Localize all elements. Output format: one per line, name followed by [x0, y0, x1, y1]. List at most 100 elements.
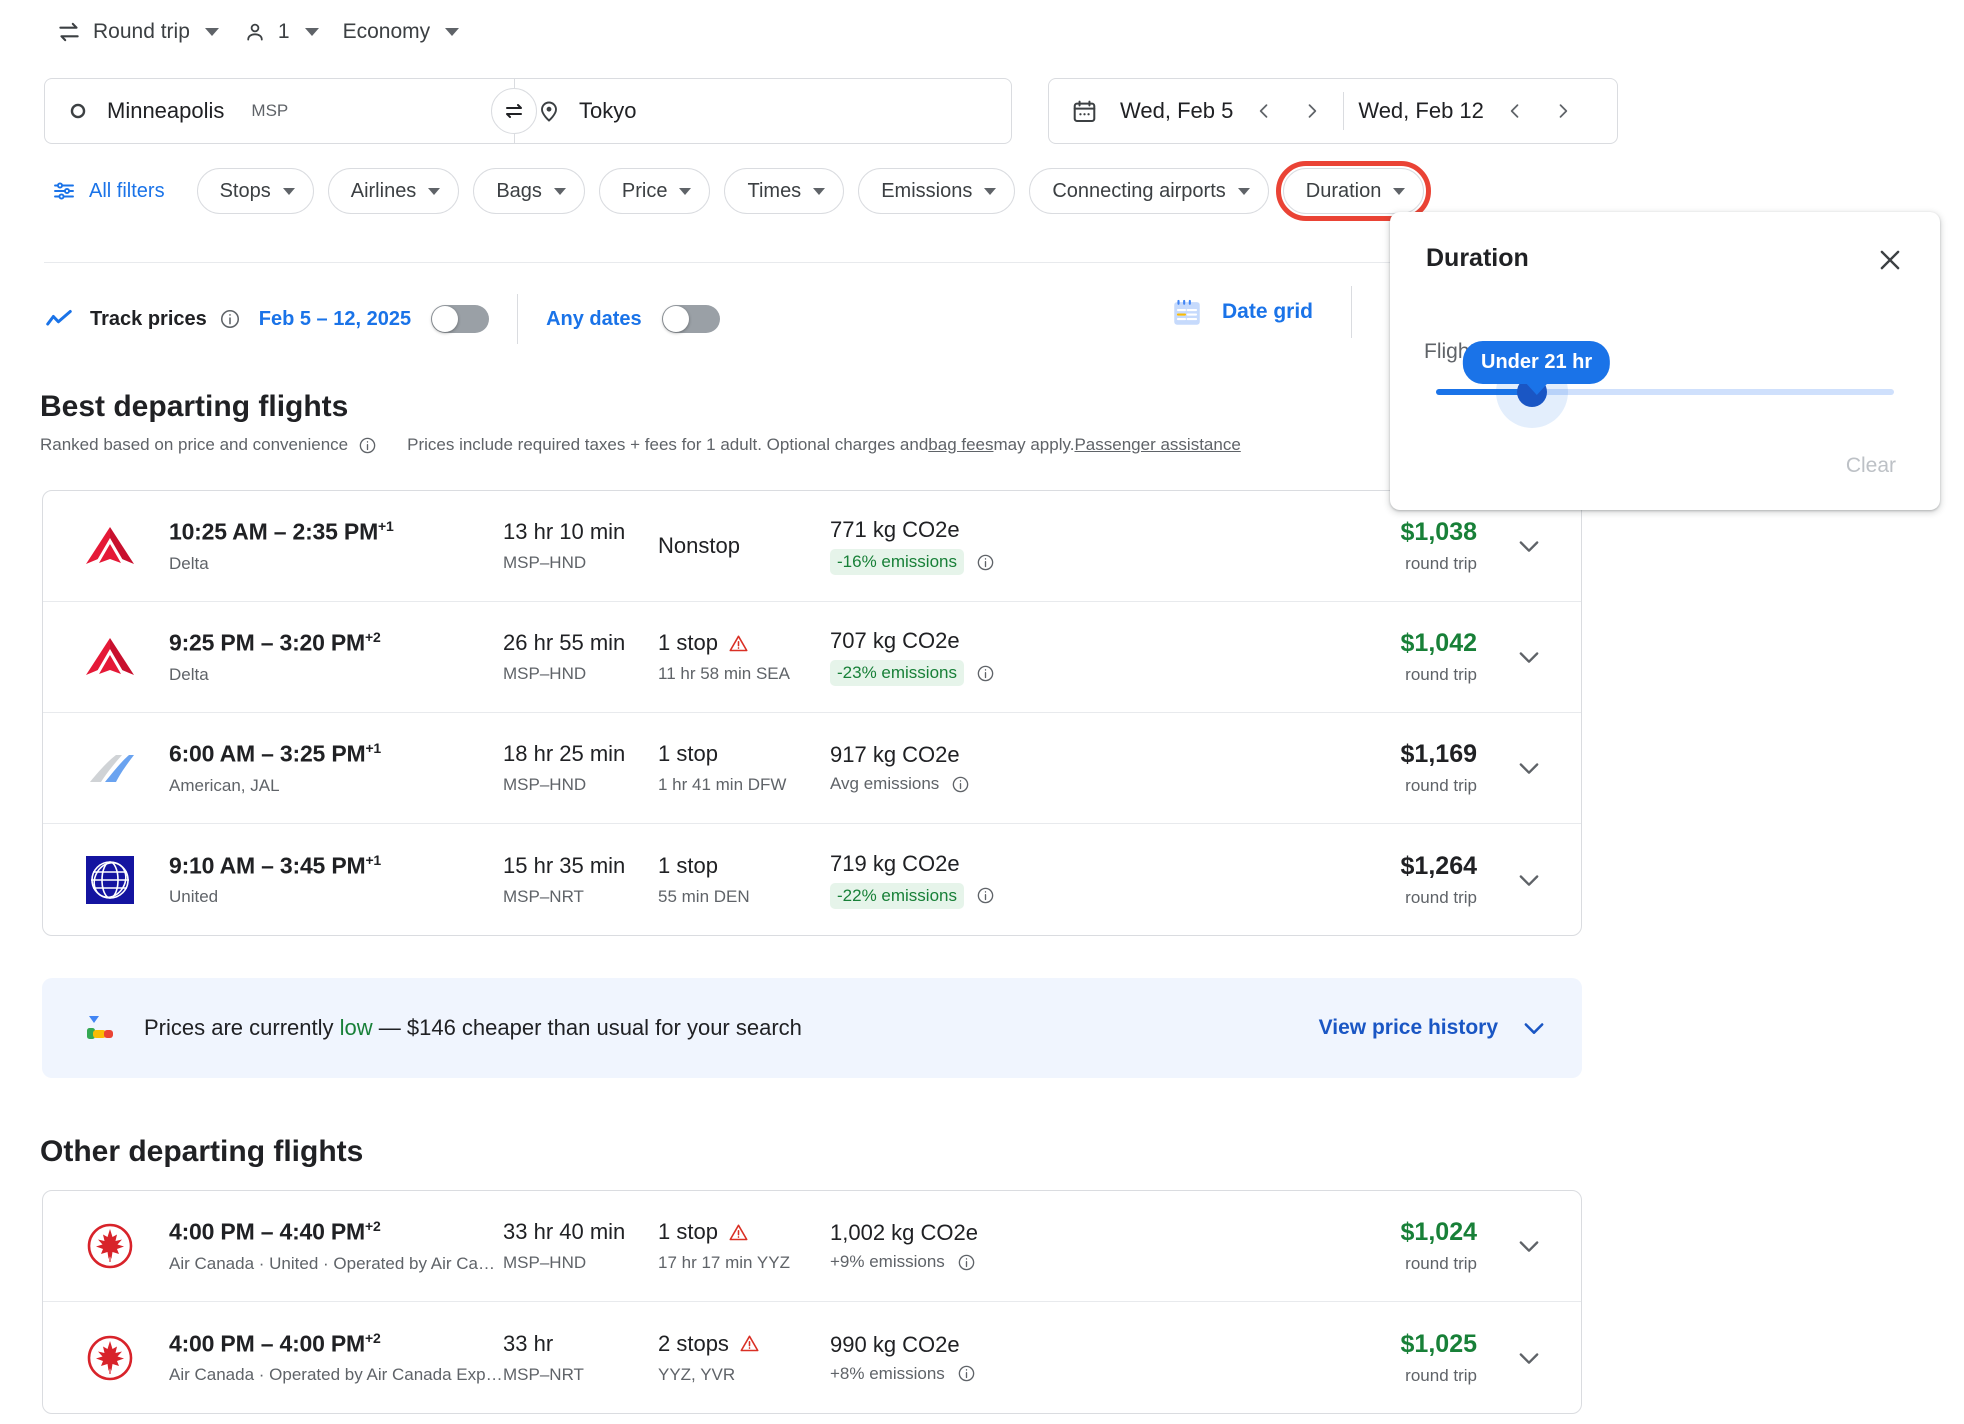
filter-chip-stops[interactable]: Stops	[197, 168, 314, 214]
filter-chip-emissions[interactable]: Emissions	[858, 168, 1015, 214]
table-row[interactable]: 9:10 AM – 3:45 PM+1 United 15 hr 35 min …	[43, 824, 1581, 935]
best-flights-list: 10:25 AM – 2:35 PM+1 Delta 13 hr 10 min …	[42, 490, 1582, 936]
best-flights-heading: Best departing flights	[40, 390, 348, 424]
flight-duration: 33 hr	[503, 1331, 658, 1357]
return-date-segment[interactable]: Wed, Feb 12	[1350, 79, 1588, 143]
flight-duration-slider[interactable]: Under 21 hr	[1436, 389, 1894, 395]
american-jal-logo	[79, 748, 141, 788]
cabin-class-selector[interactable]: Economy	[331, 12, 472, 52]
flight-times: 4:00 PM – 4:40 PM	[169, 1219, 365, 1245]
bag-fees-link[interactable]: bag fees	[928, 435, 993, 455]
return-next-day-button[interactable]	[1546, 94, 1580, 128]
info-icon[interactable]	[358, 436, 377, 455]
origin-input[interactable]: Minneapolis MSP	[44, 78, 514, 144]
chevron-down-icon	[554, 188, 566, 195]
info-icon[interactable]	[951, 775, 970, 794]
expand-flight-button[interactable]	[1503, 1232, 1555, 1260]
filter-chip-label: Duration	[1306, 180, 1382, 203]
stops-count: 2 stops	[658, 1331, 729, 1357]
filter-chip-price[interactable]: Price	[599, 168, 711, 214]
toolbar-divider	[517, 294, 518, 344]
flight-stops-cell: 2 stops YYZ, YVR	[658, 1331, 830, 1385]
passenger-assistance-link[interactable]: Passenger assistance	[1074, 435, 1240, 455]
info-icon[interactable]	[219, 308, 241, 330]
info-icon[interactable]	[976, 553, 995, 572]
info-icon[interactable]	[957, 1364, 976, 1383]
view-price-history-button[interactable]: View price history	[1319, 1014, 1548, 1042]
track-prices-dates[interactable]: Feb 5 – 12, 2025	[259, 308, 411, 331]
date-grid-group: Date grid	[1170, 286, 1352, 338]
flight-duration: 33 hr 40 min	[503, 1219, 658, 1245]
flight-time-cell: 4:00 PM – 4:40 PM+2 Air Canada · United …	[141, 1218, 503, 1274]
flight-price: $1,169	[1130, 740, 1477, 769]
date-range-input[interactable]: Wed, Feb 5 Wed, Feb 12	[1048, 78, 1618, 144]
flight-price-cell: $1,038 round trip	[1130, 518, 1503, 574]
table-row[interactable]: 6:00 AM – 3:25 PM+1 American, JAL 18 hr …	[43, 713, 1581, 824]
return-prev-day-button[interactable]	[1498, 94, 1532, 128]
flight-price-cell: $1,169 round trip	[1130, 740, 1503, 796]
track-prices-label: Track prices	[90, 308, 207, 331]
expand-flight-button[interactable]	[1503, 1344, 1555, 1372]
emissions-note: +8% emissions	[830, 1364, 945, 1384]
airline-name: Delta	[169, 554, 503, 574]
duration-filter-popup: Duration Flight duration Under 21 hr Cle…	[1390, 212, 1940, 510]
trip-options-bar: Round trip 1 Economy	[44, 10, 471, 54]
flight-price: $1,042	[1130, 629, 1477, 658]
filter-chip-bags[interactable]: Bags	[473, 168, 585, 214]
expand-flight-button[interactable]	[1503, 532, 1555, 560]
destination-input[interactable]: Tokyo	[514, 78, 1012, 144]
flight-route: MSP–HND	[503, 775, 658, 795]
table-row[interactable]: 4:00 PM – 4:40 PM+2 Air Canada · United …	[43, 1191, 1581, 1302]
best-flights-subline: Ranked based on price and convenience Pr…	[40, 435, 1241, 455]
swap-horizontal-icon	[56, 19, 82, 45]
air-canada-logo	[79, 1334, 141, 1382]
flight-time-cell: 9:10 AM – 3:45 PM+1 United	[141, 852, 503, 908]
table-row[interactable]: 9:25 PM – 3:20 PM+2 Delta 26 hr 55 min M…	[43, 602, 1581, 713]
date-grid-label[interactable]: Date grid	[1222, 300, 1313, 324]
any-dates-toggle[interactable]	[662, 305, 720, 333]
price-type: round trip	[1130, 1254, 1477, 1274]
depart-prev-day-button[interactable]	[1247, 94, 1281, 128]
track-prices-row: Track prices Feb 5 – 12, 2025 Any dates	[44, 294, 720, 344]
trip-type-selector[interactable]: Round trip	[44, 11, 231, 53]
filter-chip-times[interactable]: Times	[724, 168, 844, 214]
chevron-down-icon	[1238, 188, 1250, 195]
chevron-down-icon	[205, 28, 219, 36]
expand-flight-button[interactable]	[1503, 754, 1555, 782]
emissions-badge: -16% emissions	[830, 549, 964, 575]
passenger-selector[interactable]: 1	[231, 12, 331, 52]
chevron-down-icon	[813, 188, 825, 195]
air-canada-logo	[79, 1222, 141, 1270]
depart-next-day-button[interactable]	[1295, 94, 1329, 128]
flight-time-cell: 10:25 AM – 2:35 PM+1 Delta	[141, 518, 503, 574]
depart-date-segment[interactable]: Wed, Feb 5	[1112, 79, 1337, 143]
banner-price-level: low	[340, 1015, 373, 1040]
airline-name: United	[169, 887, 503, 907]
day-offset: +1	[365, 740, 381, 756]
filter-chip-connecting-airports[interactable]: Connecting airports	[1029, 168, 1268, 214]
info-icon[interactable]	[976, 886, 995, 905]
chevron-down-icon	[679, 188, 691, 195]
origin-code: MSP	[251, 101, 288, 121]
all-filters-button[interactable]: All filters	[44, 173, 173, 209]
swap-origin-destination-button[interactable]	[491, 88, 537, 134]
close-icon[interactable]	[1870, 240, 1910, 280]
filter-chip-duration[interactable]: Duration	[1283, 168, 1425, 214]
airline-name: Delta	[169, 665, 503, 685]
emissions-value: 771 kg CO2e	[830, 517, 1130, 543]
table-row[interactable]: 10:25 AM – 2:35 PM+1 Delta 13 hr 10 min …	[43, 491, 1581, 602]
info-icon[interactable]	[957, 1253, 976, 1272]
info-icon[interactable]	[976, 664, 995, 683]
view-price-history-label: View price history	[1319, 1016, 1498, 1040]
flight-duration: 13 hr 10 min	[503, 519, 658, 545]
track-prices-toggle[interactable]	[431, 305, 489, 333]
clear-button[interactable]: Clear	[1836, 448, 1906, 484]
filter-chip-airlines[interactable]: Airlines	[328, 168, 460, 214]
expand-flight-button[interactable]	[1503, 866, 1555, 894]
table-row[interactable]: 4:00 PM – 4:00 PM+2 Air Canada · Operate…	[43, 1302, 1581, 1413]
expand-flight-button[interactable]	[1503, 643, 1555, 671]
flight-price: $1,264	[1130, 852, 1477, 881]
any-dates-label[interactable]: Any dates	[546, 308, 642, 331]
other-flights-list: 4:00 PM – 4:40 PM+2 Air Canada · United …	[42, 1190, 1582, 1414]
warning-triangle-icon	[728, 633, 749, 654]
